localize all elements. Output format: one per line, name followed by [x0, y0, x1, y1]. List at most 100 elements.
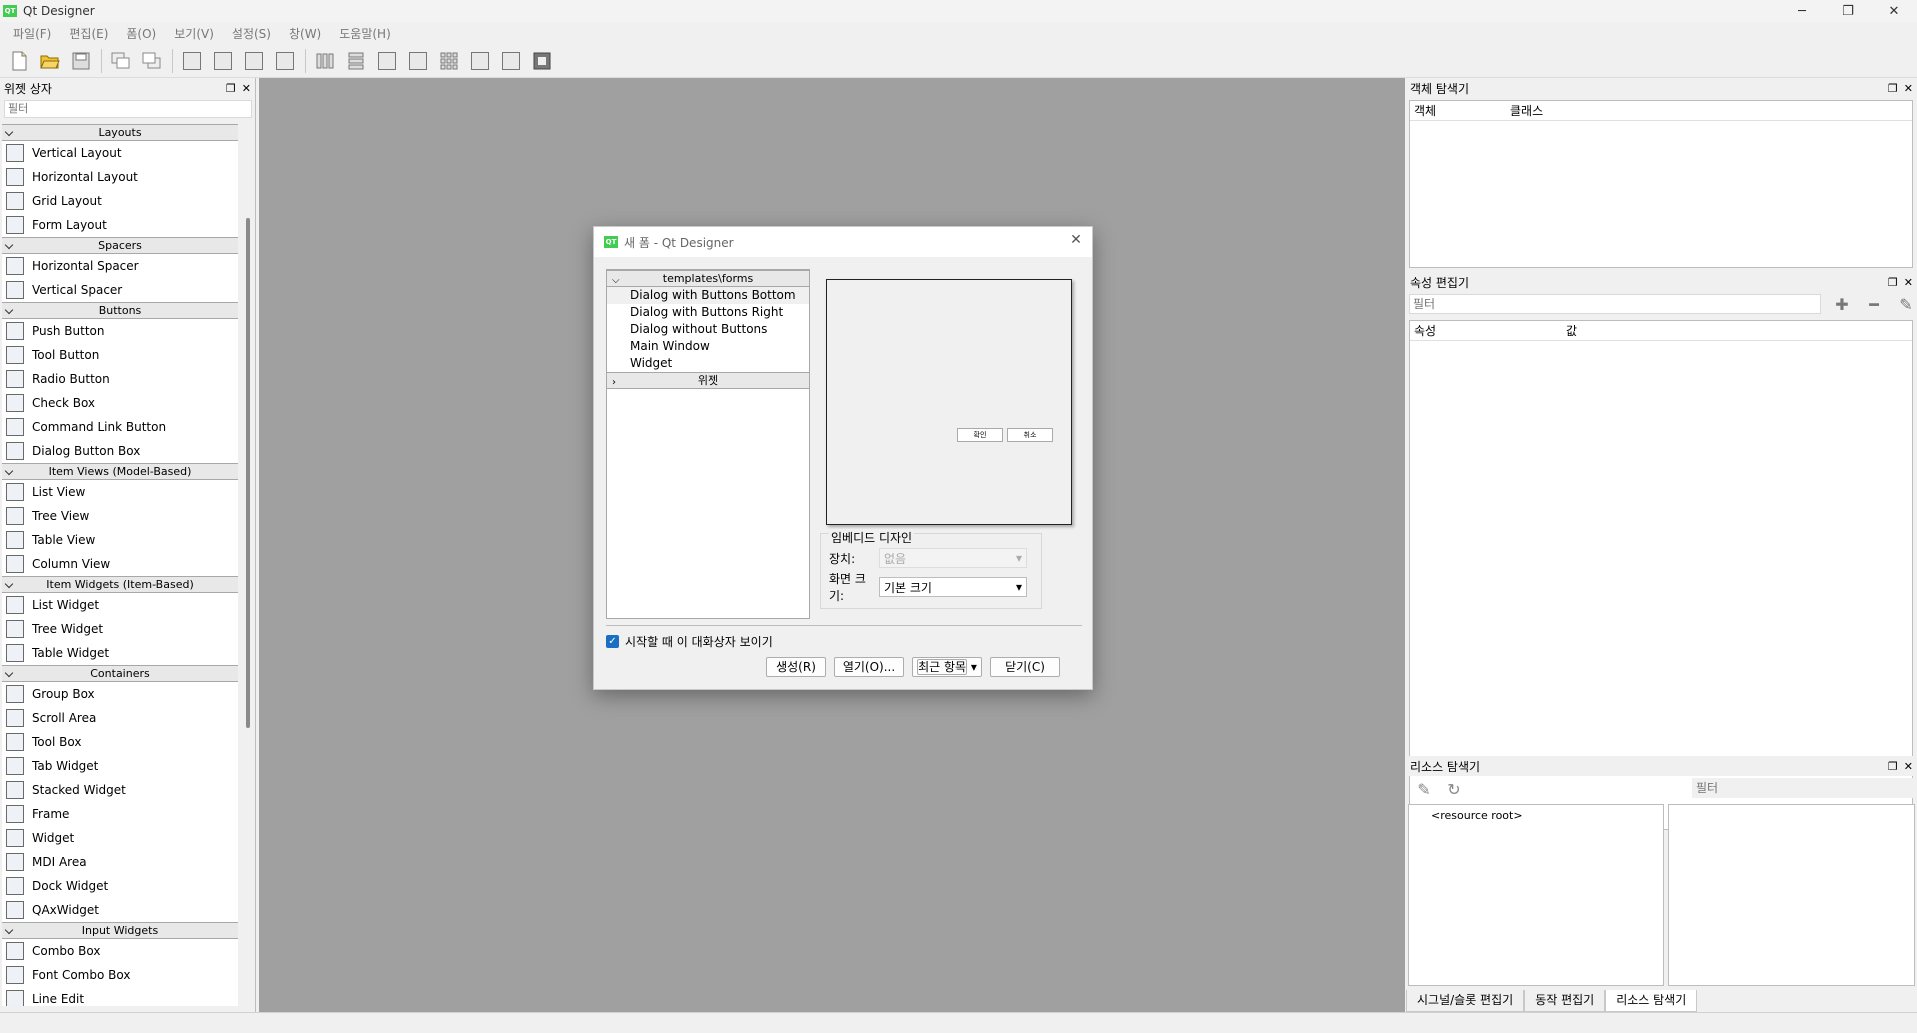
widget-item[interactable]: Column View [2, 552, 238, 576]
float-icon[interactable]: ❐ [226, 82, 236, 95]
widget-item[interactable]: Tool Button [2, 343, 238, 367]
minimize-button[interactable]: ─ [1779, 0, 1825, 22]
resource-tree[interactable]: <resource root> [1408, 804, 1664, 986]
layout-horizontal-icon[interactable] [312, 48, 337, 73]
close-icon[interactable]: ✕ [1904, 760, 1913, 773]
new-file-icon[interactable] [6, 48, 31, 73]
template-category[interactable]: ⌵ templates\forms [607, 270, 809, 287]
menu-file[interactable]: 파일(F) [4, 25, 60, 42]
float-icon[interactable]: ❐ [1888, 82, 1898, 95]
template-tree[interactable]: ⌵ templates\forms Dialog with Buttons Bot… [606, 269, 810, 619]
close-icon[interactable]: ✕ [1904, 276, 1913, 289]
template-item[interactable]: Dialog without Buttons [607, 321, 809, 338]
widget-list-scrollbar[interactable] [246, 218, 250, 728]
menu-edit[interactable]: 편집(E) [60, 25, 117, 42]
widget-item[interactable]: MDI Area [2, 850, 238, 874]
widget-item[interactable]: Group Box [2, 682, 238, 706]
resource-filter-input[interactable] [1692, 778, 1914, 798]
add-property-icon[interactable]: ✚ [1830, 294, 1854, 314]
column-object[interactable]: 객체 [1410, 102, 1510, 119]
edit-widgets-icon[interactable] [179, 48, 204, 73]
widget-item[interactable]: Dialog Button Box [2, 439, 238, 463]
edit-resources-icon[interactable]: ✎ [1412, 778, 1436, 800]
reload-icon[interactable]: ↻ [1442, 778, 1466, 800]
widget-item[interactable]: Horizontal Layout [2, 165, 238, 189]
widget-category[interactable]: Containers [2, 665, 238, 682]
menu-view[interactable]: 보기(V) [165, 25, 223, 42]
widget-category[interactable]: Layouts [2, 124, 238, 141]
layout-splitter-vertical-icon[interactable] [405, 48, 430, 73]
tab-action-editor[interactable]: 동작 편집기 [1524, 990, 1606, 1012]
send-to-back-icon[interactable] [139, 48, 164, 73]
widget-item[interactable]: Combo Box [2, 939, 238, 963]
template-item[interactable]: Main Window [607, 338, 809, 355]
tab-signal-slot-editor[interactable]: 시그널/슬롯 편집기 [1406, 990, 1525, 1012]
layout-grid-icon[interactable] [436, 48, 461, 73]
close-window-button[interactable]: ✕ [1871, 0, 1917, 22]
resource-view[interactable] [1668, 804, 1915, 986]
widget-item[interactable]: Widget [2, 826, 238, 850]
restore-button[interactable]: ❐ [1825, 0, 1871, 22]
menu-window[interactable]: 창(W) [280, 25, 330, 42]
edit-tab-order-icon[interactable] [272, 48, 297, 73]
break-layout-icon[interactable] [498, 48, 523, 73]
column-class[interactable]: 클래스 [1510, 102, 1543, 119]
property-filter-input[interactable] [1409, 294, 1821, 314]
create-button[interactable]: 생성(R) [766, 657, 826, 677]
open-button[interactable]: 열기(O)... [834, 657, 904, 677]
recent-button[interactable]: 최근 항목 ▾ [912, 657, 982, 677]
widget-item[interactable]: Stacked Widget [2, 778, 238, 802]
show-on-startup-checkbox[interactable]: ✓ 시작할 때 이 대화상자 보이기 [606, 633, 773, 650]
widget-item[interactable]: Tree Widget [2, 617, 238, 641]
widget-item[interactable]: Vertical Layout [2, 141, 238, 165]
widget-item[interactable]: Font Combo Box [2, 963, 238, 987]
widget-item[interactable]: Grid Layout [2, 189, 238, 213]
adjust-size-icon[interactable] [529, 48, 554, 73]
template-item[interactable]: Dialog with Buttons Bottom [607, 287, 809, 304]
widget-item[interactable]: QAxWidget [2, 898, 238, 922]
object-tree[interactable]: 객체 클래스 [1409, 100, 1913, 268]
menu-help[interactable]: 도움말(H) [330, 25, 400, 42]
widget-item[interactable]: Radio Button [2, 367, 238, 391]
widget-item[interactable]: Tab Widget [2, 754, 238, 778]
widgets-category[interactable]: › 위젯 [607, 372, 809, 389]
widget-item[interactable]: Table Widget [2, 641, 238, 665]
column-property[interactable]: 속성 [1410, 322, 1566, 339]
float-icon[interactable]: ❐ [1888, 760, 1898, 773]
property-table[interactable]: 속성 값 [1409, 320, 1913, 830]
widget-item[interactable]: Vertical Spacer [2, 278, 238, 302]
close-icon[interactable]: ✕ [1904, 82, 1913, 95]
column-value[interactable]: 값 [1566, 322, 1577, 339]
layout-splitter-horizontal-icon[interactable] [374, 48, 399, 73]
widget-item[interactable]: List View [2, 480, 238, 504]
widget-item[interactable]: Frame [2, 802, 238, 826]
close-button[interactable]: 닫기(C) [990, 657, 1060, 677]
widget-filter-input[interactable] [4, 100, 252, 118]
widget-item[interactable]: Horizontal Spacer [2, 254, 238, 278]
edit-signals-slots-icon[interactable] [210, 48, 235, 73]
template-item[interactable]: Dialog with Buttons Right [607, 304, 809, 321]
widget-item[interactable]: Scroll Area [2, 706, 238, 730]
widget-item[interactable]: Dock Widget [2, 874, 238, 898]
tab-resource-browser[interactable]: 리소스 탐색기 [1605, 990, 1698, 1012]
widget-category[interactable]: Spacers [2, 237, 238, 254]
remove-property-icon[interactable]: ━ [1862, 294, 1886, 314]
device-select[interactable]: 없음 ▾ [879, 548, 1027, 568]
widget-item[interactable]: Push Button [2, 319, 238, 343]
open-folder-icon[interactable] [37, 48, 62, 73]
widget-category[interactable]: Input Widgets [2, 922, 238, 939]
checkmark-icon[interactable]: ✓ [606, 635, 619, 648]
menu-settings[interactable]: 설정(S) [223, 25, 280, 42]
resource-root-item[interactable]: <resource root> [1431, 809, 1663, 822]
widget-category[interactable]: Item Widgets (Item-Based) [2, 576, 238, 593]
dialog-close-icon[interactable]: ✕ [1066, 232, 1086, 252]
configure-icon[interactable]: ✎ [1894, 294, 1917, 314]
layout-vertical-icon[interactable] [343, 48, 368, 73]
screen-size-select[interactable]: 기본 크기 ▾ [879, 577, 1027, 597]
edit-buddies-icon[interactable] [241, 48, 266, 73]
widget-item[interactable]: Form Layout [2, 213, 238, 237]
close-icon[interactable]: ✕ [242, 82, 251, 95]
widget-item[interactable]: Check Box [2, 391, 238, 415]
widget-item[interactable]: Table View [2, 528, 238, 552]
float-icon[interactable]: ❐ [1888, 276, 1898, 289]
